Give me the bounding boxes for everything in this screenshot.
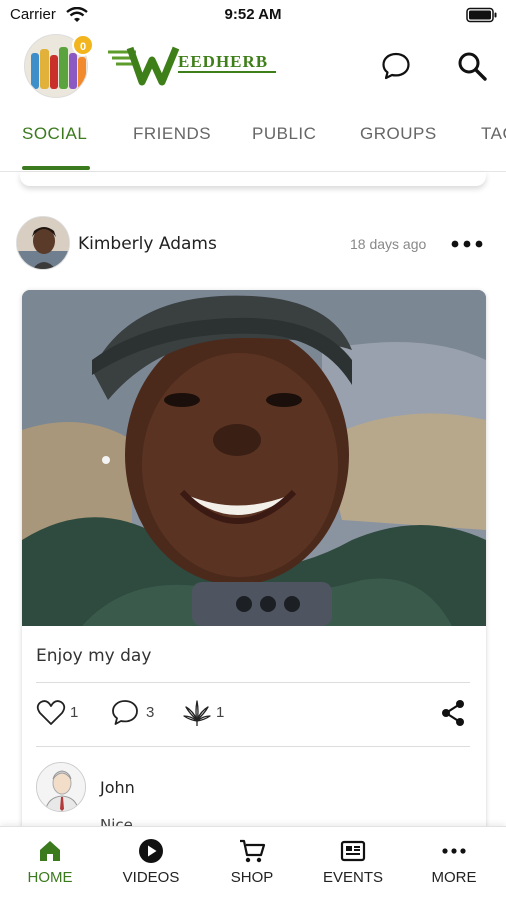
leaf-icon xyxy=(183,700,211,726)
svg-text:EEDHERB: EEDHERB xyxy=(178,52,268,71)
author-avatar[interactable] xyxy=(16,216,70,270)
nav-videos-label: VIDEOS xyxy=(122,869,180,886)
tab-tag[interactable]: TAG xyxy=(481,124,506,144)
nav-home-label: HOME xyxy=(27,869,73,886)
post-timestamp: 18 days ago xyxy=(350,236,427,252)
app-header: 0 EEDHERB xyxy=(0,30,506,102)
home-icon xyxy=(40,841,60,861)
nav-shop[interactable]: SHOP xyxy=(202,827,302,900)
active-tab-indicator xyxy=(22,166,90,170)
heart-icon xyxy=(36,700,66,725)
nav-videos[interactable]: VIDEOS xyxy=(101,827,201,900)
author-avatar-image xyxy=(17,217,69,269)
like-count: 1 xyxy=(70,704,79,721)
news-icon xyxy=(340,840,366,862)
cart-icon xyxy=(240,839,266,863)
comment-icon xyxy=(112,700,138,725)
more-options-icon[interactable] xyxy=(450,234,484,254)
notification-badge: 0 xyxy=(72,34,94,56)
tab-groups[interactable]: GROUPS xyxy=(360,124,437,144)
status-time: 9:52 AM xyxy=(224,6,282,23)
nav-more[interactable]: MORE xyxy=(404,827,504,900)
battery-icon xyxy=(466,7,497,23)
nav-home[interactable]: HOME xyxy=(0,827,100,900)
search-icon[interactable] xyxy=(456,50,488,82)
commenter-avatar-image xyxy=(37,763,85,811)
post-caption: Enjoy my day xyxy=(36,646,152,666)
post-card: Enjoy my day 1 3 1 John Nice xyxy=(22,290,486,850)
commenter-avatar[interactable] xyxy=(36,762,86,812)
nav-events[interactable]: EVENTS xyxy=(303,827,403,900)
share-icon[interactable] xyxy=(438,698,468,728)
feed-tabs: SOCIAL FRIENDS PUBLIC GROUPS TAG xyxy=(0,112,506,172)
status-bar: Carrier 9:52 AM xyxy=(0,0,506,30)
post-photo[interactable] xyxy=(22,290,486,626)
weed-reaction-button[interactable]: 1 xyxy=(182,698,242,728)
comment-count: 3 xyxy=(146,704,155,721)
tab-friends[interactable]: FRIENDS xyxy=(133,124,211,144)
nav-events-label: EVENTS xyxy=(322,869,383,886)
previous-post-card xyxy=(20,172,486,186)
bottom-nav: HOME VIDEOS SHOP EVENTS MORE xyxy=(0,826,506,900)
comment-author[interactable]: John xyxy=(100,778,135,797)
weed-reaction-count: 1 xyxy=(216,704,225,721)
play-icon xyxy=(139,839,163,863)
weedherb-logo[interactable]: EEDHERB xyxy=(106,42,286,86)
comment-button[interactable]: 3 xyxy=(110,698,170,728)
divider xyxy=(36,746,470,747)
nav-more-label: MORE xyxy=(431,869,477,886)
more-icon xyxy=(442,848,466,854)
tab-social[interactable]: SOCIAL xyxy=(22,124,87,144)
post-author-name[interactable]: Kimberly Adams xyxy=(78,234,217,254)
tab-public[interactable]: PUBLIC xyxy=(252,124,316,144)
chat-icon[interactable] xyxy=(380,50,412,82)
nav-shop-label: SHOP xyxy=(230,869,274,886)
like-button[interactable]: 1 xyxy=(36,698,96,728)
divider xyxy=(36,682,470,683)
